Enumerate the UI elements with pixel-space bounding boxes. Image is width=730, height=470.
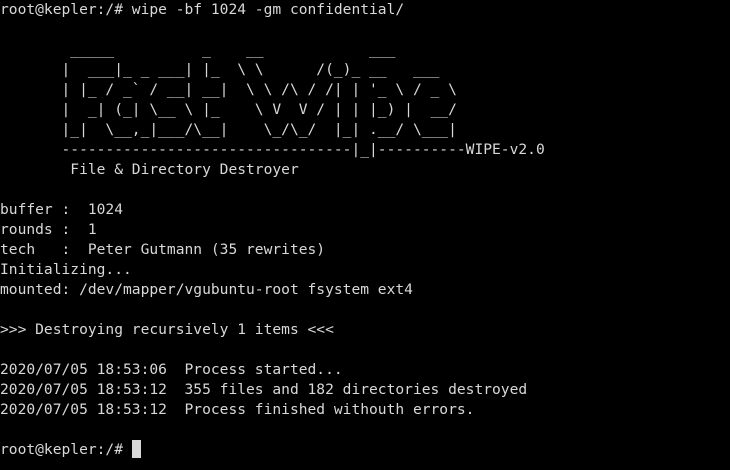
shell-prompt: root@kepler:/# — [0, 1, 132, 18]
text-cursor[interactable] — [131, 440, 141, 458]
banner-subtitle: File & Directory Destroyer — [0, 161, 299, 178]
banner-line-4: | _| (_| \__ \ |_ \ V V / | | |_) | __/ — [0, 101, 457, 118]
command-line: root@kepler:/# wipe -bf 1024 -gm confide… — [0, 0, 404, 20]
info-initializing: Initializing... — [0, 261, 132, 278]
banner-line-3: | |_ / _` / __| __| \ \ /\ / /| | '_ \ /… — [0, 81, 457, 98]
info-mounted: mounted: /dev/mapper/vgubuntu-root fsyst… — [0, 281, 413, 298]
command-text: wipe -bf 1024 -gm confidential/ — [131, 1, 405, 18]
banner-line-5: |_| \__,_|___/\__| \_/\_/ |_| .__/ \___| — [0, 121, 457, 138]
terminal-window[interactable]: root@kepler:/# wipe -bf 1024 -gm confide… — [0, 0, 730, 470]
log-line-1: 2020/07/05 18:53:06 Process started... — [0, 361, 343, 378]
final-prompt-line[interactable]: root@kepler:/# — [0, 440, 141, 460]
banner-line-2: | ___|_ _ ___| |_ \ \ /(_)_ __ ___ — [0, 61, 440, 78]
destroying-message: >>> Destroying recursively 1 items <<< — [0, 321, 334, 338]
log-line-3: 2020/07/05 18:53:12 Process finished wit… — [0, 401, 475, 418]
info-buffer: buffer : 1024 — [0, 201, 124, 218]
banner-version-line: ---------------------------------|_|----… — [0, 141, 545, 158]
log-line-2: 2020/07/05 18:53:12 355 files and 182 di… — [0, 381, 528, 398]
final-shell-prompt: root@kepler:/# — [0, 441, 132, 458]
info-rounds: rounds : 1 — [0, 221, 97, 238]
info-tech: tech : Peter Gutmann (35 rewrites) — [0, 241, 326, 258]
banner-line-1: _____ _ __ ___ — [0, 41, 396, 58]
